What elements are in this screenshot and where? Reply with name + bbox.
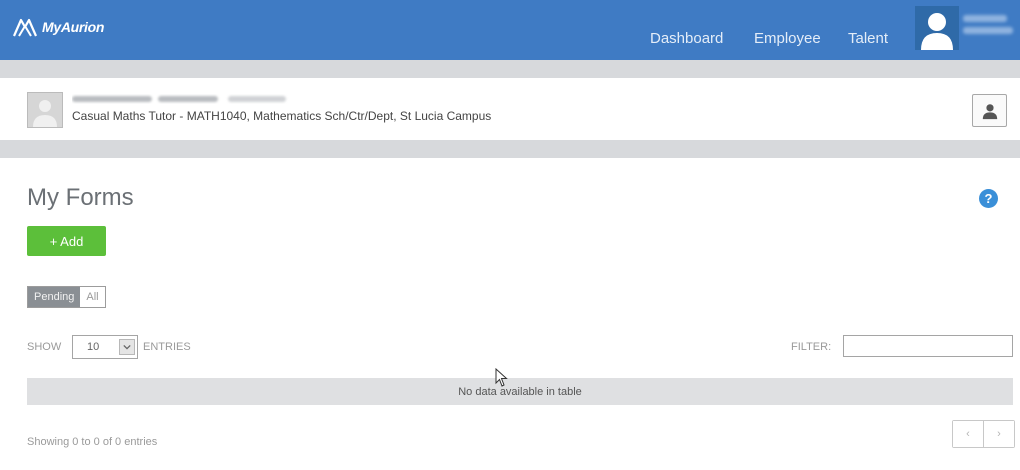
entries-selected-value: 10	[87, 341, 100, 353]
pagination-info: Showing 0 to 0 of 0 entries	[27, 436, 158, 448]
profile-button[interactable]	[972, 94, 1007, 127]
entries-per-page-select[interactable]: 10	[72, 335, 138, 359]
chevron-down-icon[interactable]	[119, 339, 135, 355]
separator-band	[0, 140, 1020, 158]
tab-all[interactable]: All	[80, 287, 105, 307]
filter-input[interactable]	[843, 335, 1013, 357]
employee-name-redacted	[72, 96, 286, 102]
user-menu-avatar[interactable]	[915, 6, 959, 50]
next-page-button[interactable]: ›	[983, 421, 1014, 447]
brand-name: MyAurion	[42, 19, 105, 35]
user-name-redacted	[963, 10, 1015, 48]
page-title: My Forms	[27, 184, 134, 211]
previous-page-button[interactable]: ‹	[953, 421, 983, 447]
user-silhouette-icon	[921, 13, 953, 50]
employee-info-strip: Casual Maths Tutor - MATH1040, Mathemati…	[0, 78, 1020, 140]
status-filter-toggle: Pending All	[27, 286, 106, 308]
nav-dashboard[interactable]: Dashboard	[650, 30, 723, 47]
brand-logo[interactable]: MyAurion	[12, 14, 104, 40]
empty-table-message: No data available in table	[458, 385, 582, 398]
pagination: ‹ ›	[952, 420, 1015, 448]
nav-talent[interactable]: Talent	[848, 30, 888, 47]
nav-employee[interactable]: Employee	[754, 30, 821, 47]
add-form-button[interactable]: + Add	[27, 226, 106, 256]
employee-position: Casual Maths Tutor - MATH1040, Mathemati…	[72, 109, 492, 123]
show-label: SHOW	[27, 341, 62, 353]
entries-label: ENTRIES	[143, 341, 191, 353]
separator-band	[0, 60, 1020, 78]
empty-table-row: No data available in table	[27, 378, 1013, 405]
filter-label: FILTER:	[791, 341, 832, 353]
person-icon	[982, 103, 997, 119]
employee-photo-placeholder	[27, 92, 63, 128]
person-placeholder-icon	[33, 100, 57, 127]
aurion-logo-icon	[12, 18, 38, 37]
top-navigation-bar: MyAurion Dashboard Employee Talent	[0, 0, 1020, 60]
mouse-cursor-icon	[495, 368, 508, 387]
tab-pending[interactable]: Pending	[28, 287, 81, 307]
help-icon[interactable]: ?	[979, 189, 998, 208]
